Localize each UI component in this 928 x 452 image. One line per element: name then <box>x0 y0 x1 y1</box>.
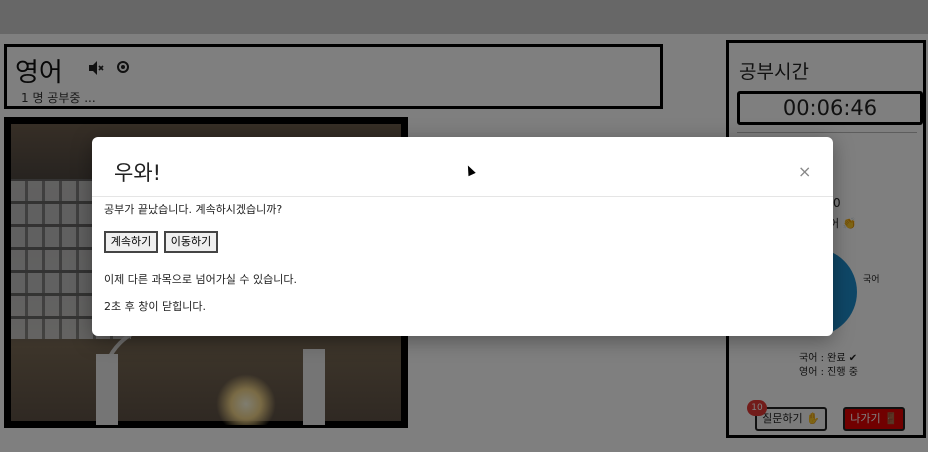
modal-question: 공부가 끝났습니다. 계속하시겠습니까? <box>104 203 283 216</box>
modal-auto-close-note: 2초 후 창이 닫힙니다. <box>104 300 206 313</box>
move-button[interactable]: 이동하기 <box>164 231 218 253</box>
continue-button[interactable]: 계속하기 <box>104 231 158 253</box>
modal-header: 우와! × <box>92 137 833 197</box>
study-complete-modal: 우와! × 공부가 끝났습니다. 계속하시겠습니까? 계속하기 이동하기 이제 … <box>92 137 833 336</box>
close-icon[interactable]: × <box>798 162 811 181</box>
modal-title: 우와! <box>114 161 162 185</box>
modal-info: 이제 다른 과목으로 넘어가실 수 있습니다. <box>104 273 298 286</box>
